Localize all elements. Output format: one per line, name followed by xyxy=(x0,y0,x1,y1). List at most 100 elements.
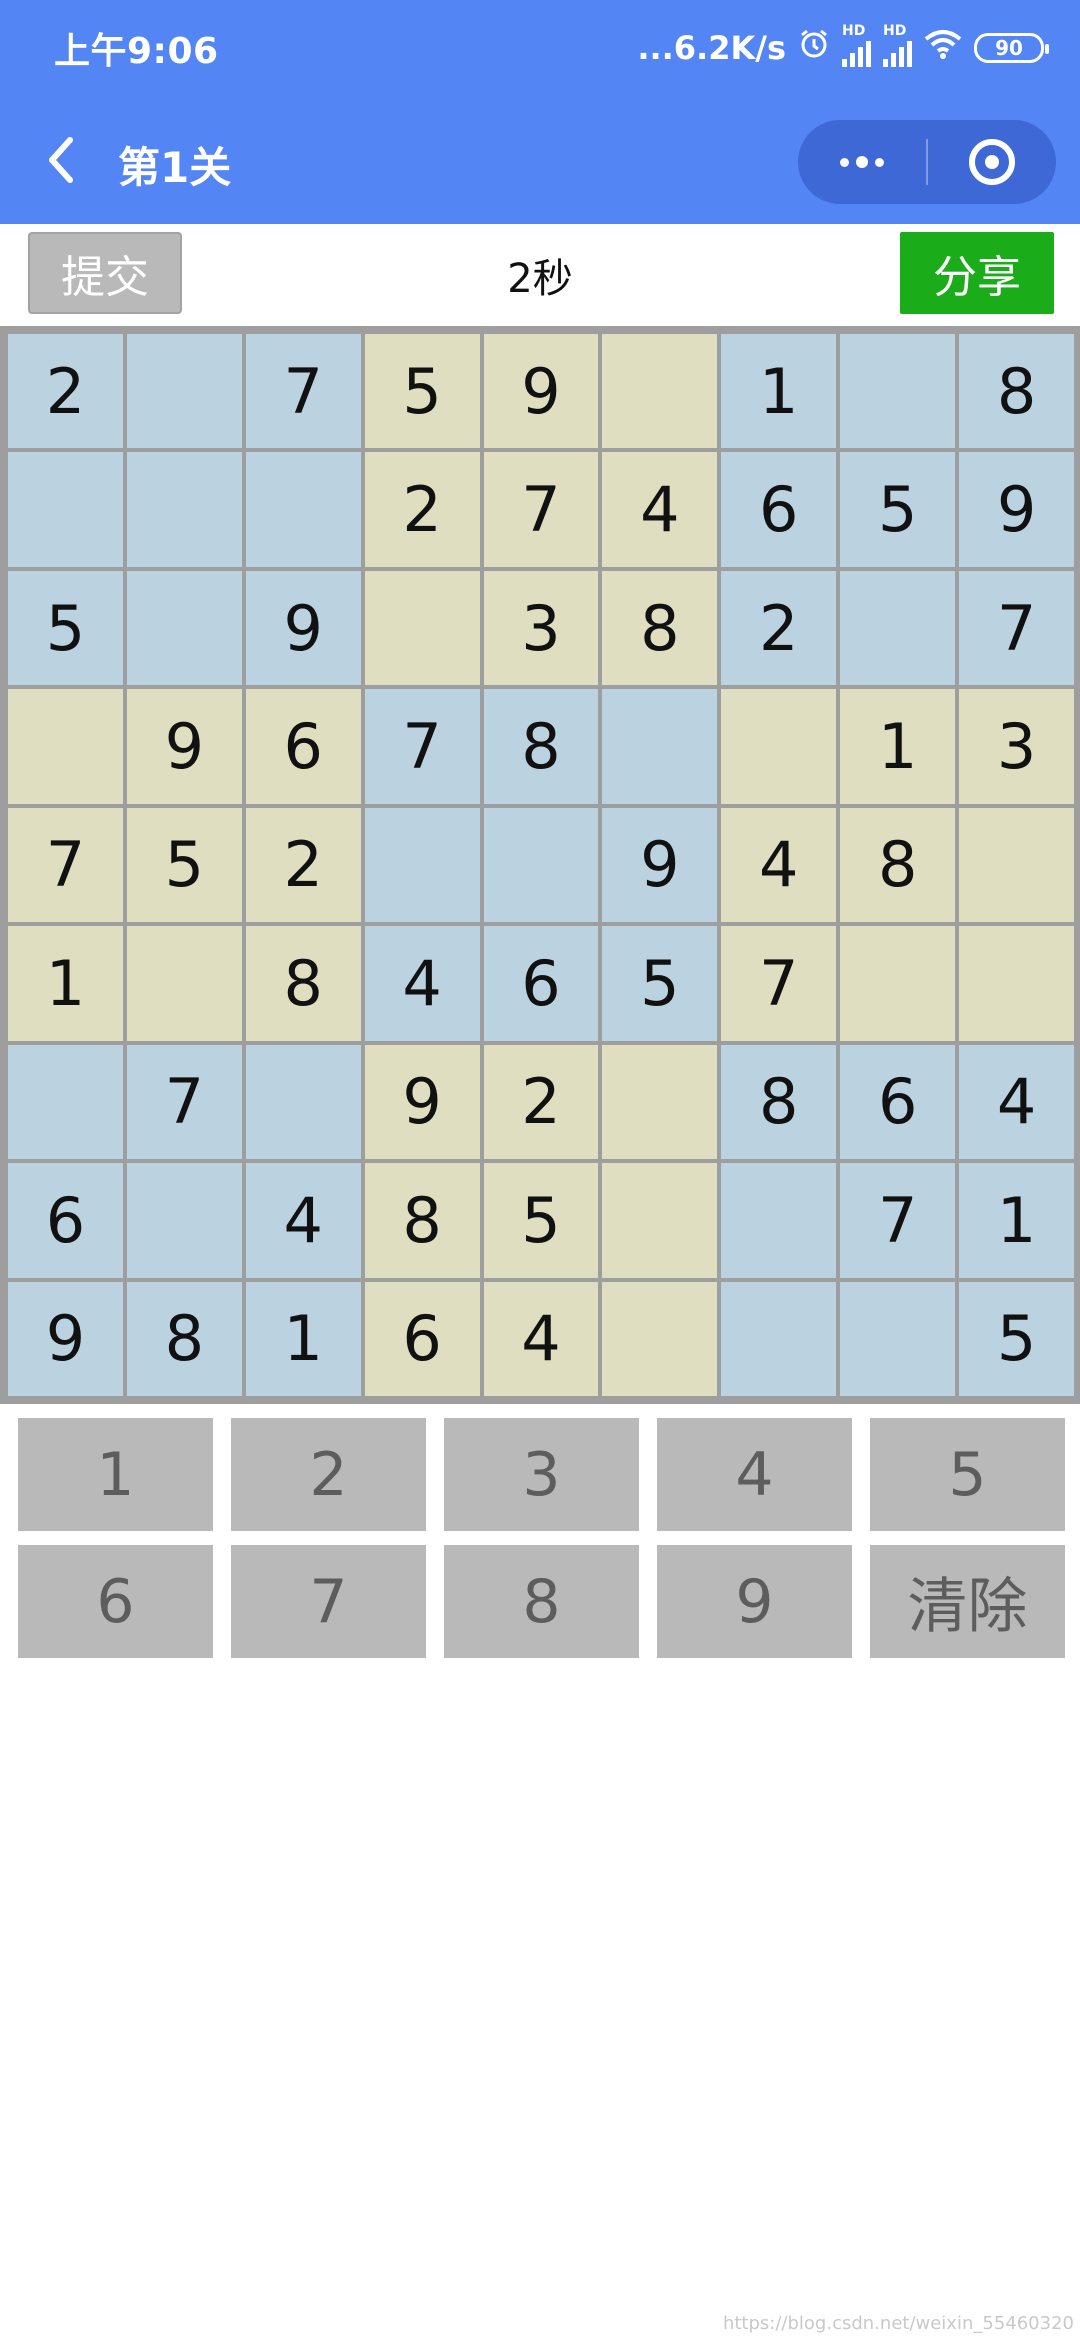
sudoku-cell[interactable] xyxy=(602,1281,718,1396)
sudoku-cell[interactable]: 2 xyxy=(8,334,123,449)
sudoku-cell[interactable]: 5 xyxy=(602,926,718,1041)
sudoku-cell[interactable] xyxy=(840,570,956,686)
sudoku-cell[interactable]: 1 xyxy=(8,926,123,1041)
sudoku-cell[interactable]: 4 xyxy=(364,926,480,1041)
sudoku-cell[interactable]: 2 xyxy=(245,807,361,923)
sudoku-cell[interactable]: 5 xyxy=(8,570,123,686)
sudoku-cell[interactable]: 7 xyxy=(483,452,599,567)
sudoku-cell[interactable]: 8 xyxy=(959,334,1074,449)
close-miniprogram-button[interactable] xyxy=(928,120,1056,204)
sudoku-cell[interactable] xyxy=(126,1163,242,1278)
sudoku-cell[interactable] xyxy=(126,452,242,567)
sudoku-cell[interactable] xyxy=(721,1281,837,1396)
sudoku-cell[interactable]: 7 xyxy=(721,926,837,1041)
sudoku-cell[interactable]: 9 xyxy=(364,1044,480,1160)
sudoku-cell[interactable]: 2 xyxy=(483,1044,599,1160)
sudoku-cell[interactable]: 8 xyxy=(840,807,956,923)
sudoku-cell[interactable]: 7 xyxy=(245,334,361,449)
sudoku-cell[interactable]: 1 xyxy=(959,1163,1074,1278)
sudoku-cell[interactable] xyxy=(840,926,956,1041)
sudoku-cell[interactable]: 8 xyxy=(245,926,361,1041)
sudoku-cell[interactable]: 6 xyxy=(8,1163,123,1278)
sudoku-cell[interactable]: 9 xyxy=(602,807,718,923)
sudoku-cell[interactable] xyxy=(126,926,242,1041)
sudoku-cell[interactable]: 6 xyxy=(840,1044,956,1160)
sudoku-cell[interactable]: 2 xyxy=(364,452,480,567)
sudoku-cell[interactable] xyxy=(602,689,718,804)
sudoku-cell[interactable]: 8 xyxy=(364,1163,480,1278)
sudoku-cell[interactable]: 8 xyxy=(126,1281,242,1396)
sudoku-cell[interactable]: 1 xyxy=(721,334,837,449)
sudoku-cell[interactable]: 4 xyxy=(959,1044,1074,1160)
number-key-5[interactable]: 5 xyxy=(870,1418,1065,1531)
number-key-2[interactable]: 2 xyxy=(231,1418,426,1531)
sudoku-cell[interactable]: 5 xyxy=(126,807,242,923)
sudoku-cell[interactable]: 4 xyxy=(721,807,837,923)
alarm-icon xyxy=(798,28,830,68)
sudoku-cell[interactable] xyxy=(126,334,242,449)
sudoku-cell[interactable] xyxy=(602,334,718,449)
sudoku-cell[interactable] xyxy=(959,926,1074,1041)
sudoku-cell[interactable]: 7 xyxy=(364,689,480,804)
number-key-6[interactable]: 6 xyxy=(18,1545,213,1658)
sudoku-cell[interactable]: 7 xyxy=(959,570,1074,686)
sudoku-cell[interactable]: 9 xyxy=(126,689,242,804)
sudoku-cell[interactable]: 6 xyxy=(483,926,599,1041)
sudoku-cell[interactable] xyxy=(8,452,123,567)
sudoku-cell[interactable]: 5 xyxy=(959,1281,1074,1396)
sudoku-cell[interactable] xyxy=(483,807,599,923)
clear-key[interactable]: 清除 xyxy=(870,1545,1065,1658)
sudoku-cell[interactable]: 5 xyxy=(840,452,956,567)
sudoku-cell[interactable] xyxy=(959,807,1074,923)
capsule-menu xyxy=(798,120,1056,204)
number-key-7[interactable]: 7 xyxy=(231,1545,426,1658)
sudoku-cell[interactable] xyxy=(8,689,123,804)
sudoku-cell[interactable]: 5 xyxy=(364,334,480,449)
sudoku-cell[interactable]: 8 xyxy=(602,570,718,686)
sudoku-cell[interactable]: 1 xyxy=(840,689,956,804)
sudoku-cell[interactable]: 7 xyxy=(126,1044,242,1160)
sudoku-cell[interactable]: 4 xyxy=(483,1281,599,1396)
sudoku-cell[interactable] xyxy=(840,1281,956,1396)
signal-hd-label: HD xyxy=(883,23,907,39)
more-button[interactable] xyxy=(798,120,926,204)
sudoku-cell[interactable] xyxy=(364,807,480,923)
sudoku-cell[interactable] xyxy=(602,1044,718,1160)
sudoku-cell[interactable] xyxy=(840,334,956,449)
submit-button[interactable]: 提交 xyxy=(28,232,182,314)
sudoku-cell[interactable]: 8 xyxy=(721,1044,837,1160)
number-key-4[interactable]: 4 xyxy=(657,1418,852,1531)
sudoku-cell[interactable] xyxy=(364,570,480,686)
sudoku-cell[interactable]: 7 xyxy=(840,1163,956,1278)
sudoku-cell[interactable]: 9 xyxy=(245,570,361,686)
sudoku-cell[interactable] xyxy=(245,1044,361,1160)
sudoku-cell[interactable] xyxy=(8,1044,123,1160)
sudoku-cell[interactable] xyxy=(602,1163,718,1278)
sudoku-cell[interactable]: 5 xyxy=(483,1163,599,1278)
sudoku-cell[interactable] xyxy=(245,452,361,567)
number-key-9[interactable]: 9 xyxy=(657,1545,852,1658)
sudoku-cell[interactable]: 9 xyxy=(483,334,599,449)
share-button[interactable]: 分享 xyxy=(900,232,1054,314)
sudoku-cell[interactable] xyxy=(126,570,242,686)
status-bar: 上午9:06 ...6.2K/s HD HD 90 xyxy=(0,0,1080,96)
number-key-8[interactable]: 8 xyxy=(444,1545,639,1658)
sudoku-cell[interactable]: 3 xyxy=(483,570,599,686)
sudoku-cell[interactable]: 4 xyxy=(245,1163,361,1278)
sudoku-cell[interactable]: 6 xyxy=(721,452,837,567)
sudoku-cell[interactable]: 1 xyxy=(245,1281,361,1396)
sudoku-cell[interactable] xyxy=(721,1163,837,1278)
sudoku-cell[interactable]: 4 xyxy=(602,452,718,567)
sudoku-cell[interactable]: 2 xyxy=(721,570,837,686)
sudoku-cell[interactable]: 7 xyxy=(8,807,123,923)
sudoku-cell[interactable] xyxy=(721,689,837,804)
sudoku-cell[interactable]: 6 xyxy=(364,1281,480,1396)
sudoku-cell[interactable]: 9 xyxy=(8,1281,123,1396)
sudoku-cell[interactable]: 3 xyxy=(959,689,1074,804)
number-key-3[interactable]: 3 xyxy=(444,1418,639,1531)
sudoku-cell[interactable]: 8 xyxy=(483,689,599,804)
number-key-1[interactable]: 1 xyxy=(18,1418,213,1531)
back-button[interactable] xyxy=(36,132,86,188)
sudoku-cell[interactable]: 6 xyxy=(245,689,361,804)
sudoku-cell[interactable]: 9 xyxy=(959,452,1074,567)
